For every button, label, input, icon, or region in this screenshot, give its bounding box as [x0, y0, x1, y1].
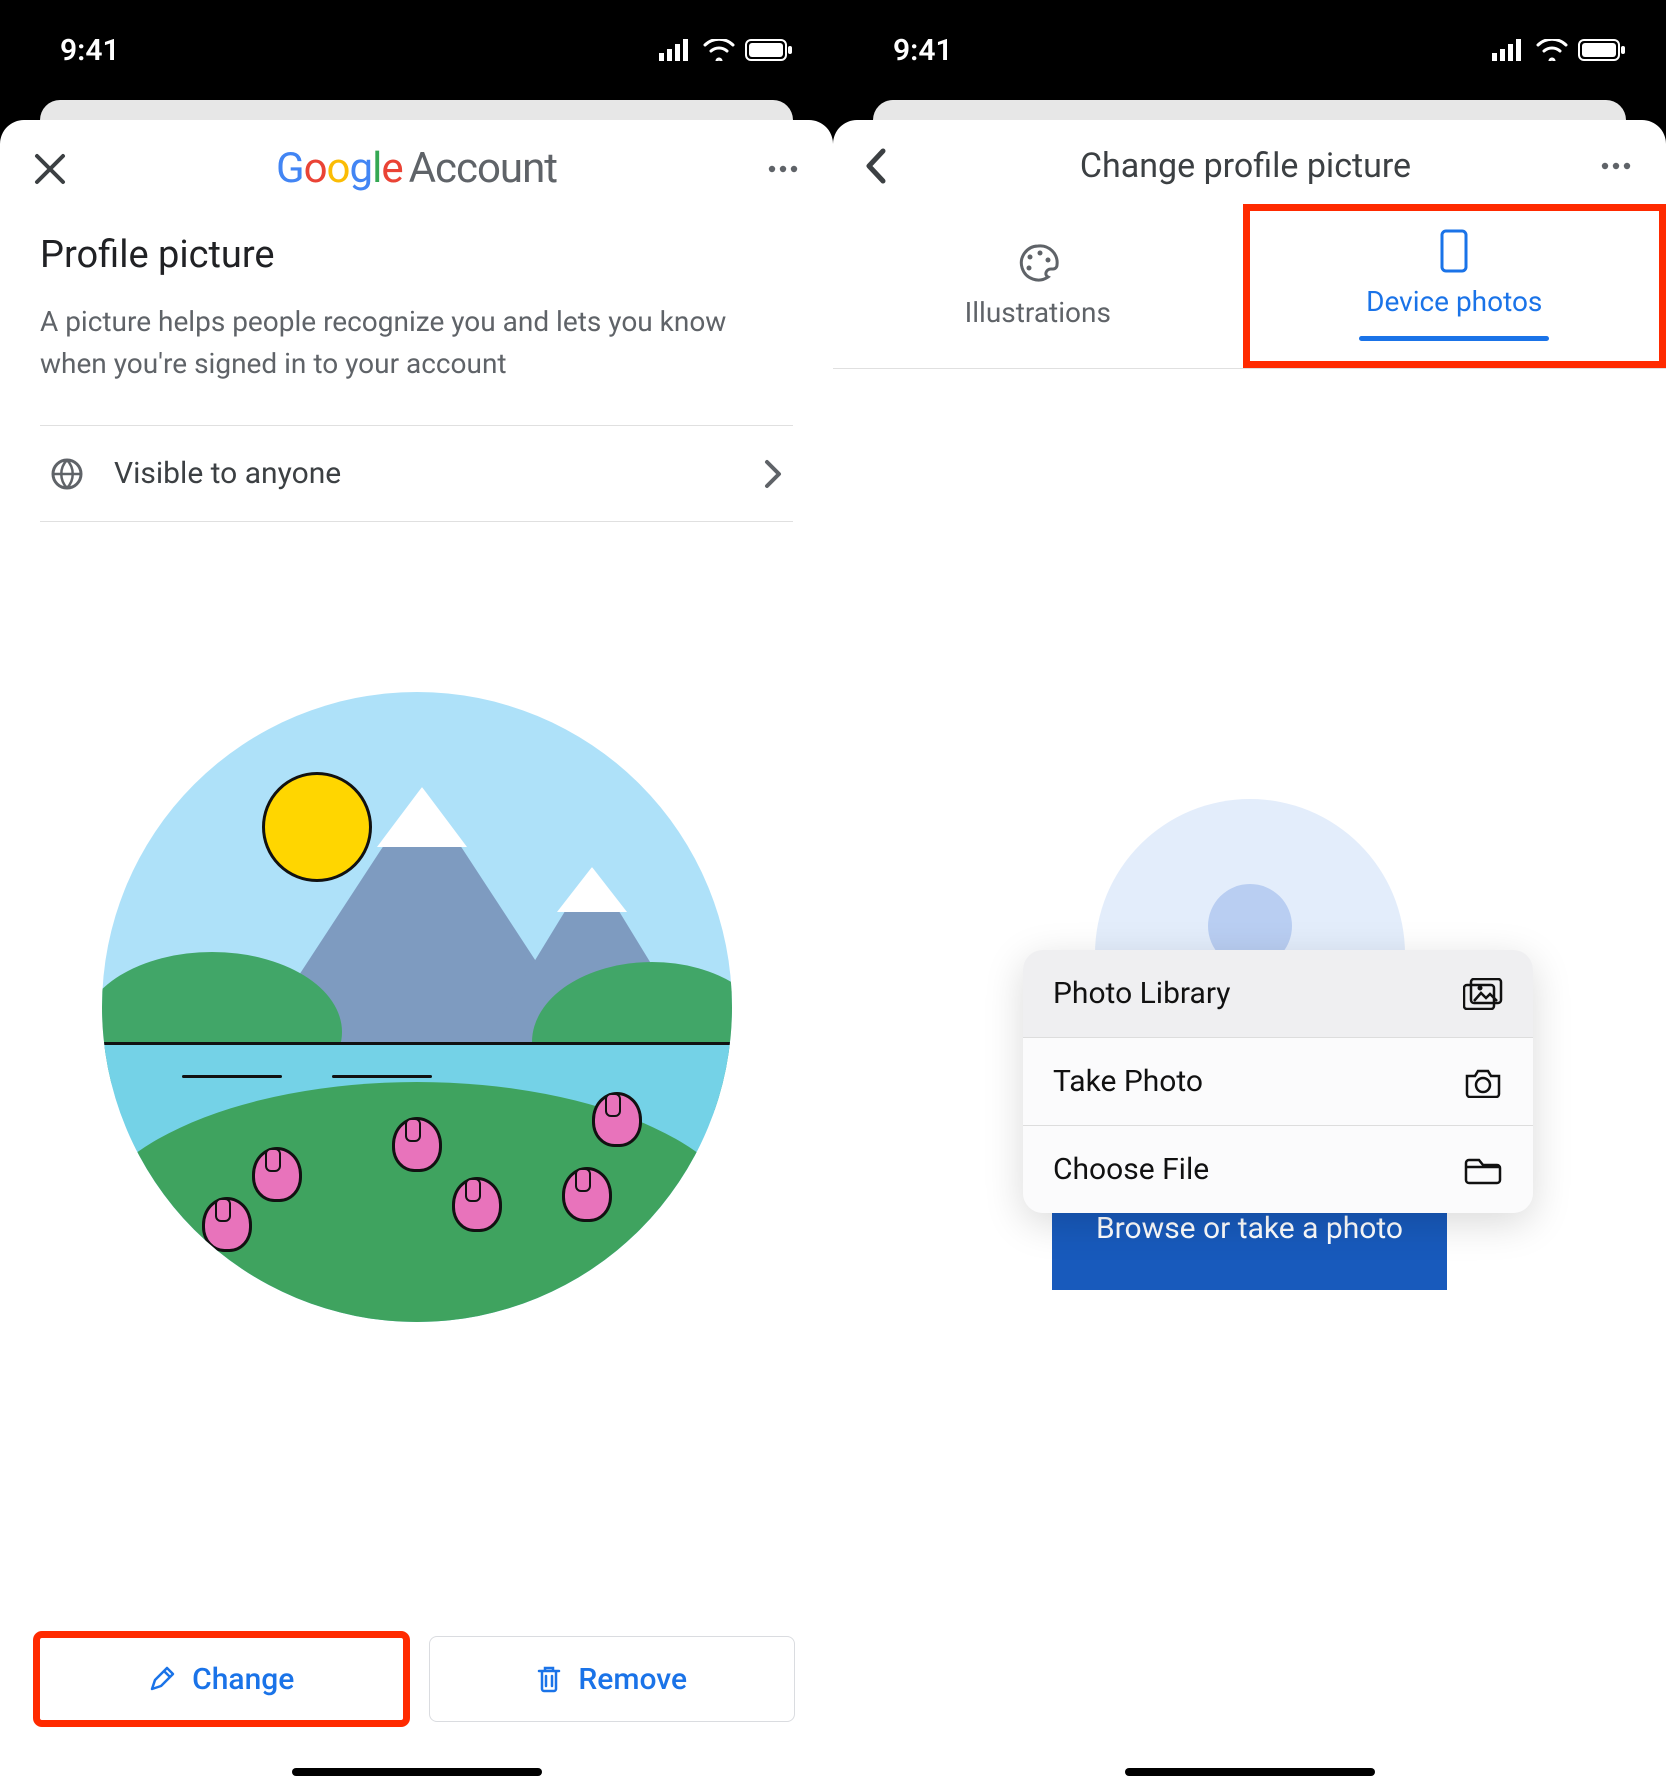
- page-title: Profile picture: [40, 233, 793, 277]
- remove-label: Remove: [578, 1662, 687, 1697]
- page-description: A picture helps people recognize you and…: [40, 301, 793, 385]
- action-photo-library[interactable]: Photo Library: [1023, 950, 1533, 1038]
- tab-device-label: Device photos: [1366, 285, 1542, 318]
- home-indicator[interactable]: [1125, 1768, 1375, 1776]
- home-indicator[interactable]: [292, 1768, 542, 1776]
- action-photo-library-label: Photo Library: [1053, 976, 1230, 1011]
- profile-section: Profile picture A picture helps people r…: [0, 213, 833, 385]
- status-time: 9:41: [893, 33, 953, 68]
- status-time: 9:41: [60, 33, 120, 68]
- back-button[interactable]: [853, 144, 897, 188]
- more-icon: [1601, 162, 1631, 170]
- action-choose-file[interactable]: Choose File: [1023, 1126, 1533, 1213]
- screen2-header: Change profile picture: [833, 120, 1666, 204]
- close-button[interactable]: [28, 147, 72, 191]
- more-menu-button[interactable]: [761, 147, 805, 191]
- status-icons: [1492, 39, 1626, 61]
- action-take-photo-label: Take Photo: [1053, 1064, 1203, 1099]
- google-account-logo: GoogleAccount: [276, 144, 557, 193]
- cellular-icon: [1492, 39, 1526, 61]
- tab-illustrations-label: Illustrations: [965, 296, 1111, 329]
- folder-icon: [1463, 1155, 1503, 1185]
- trash-icon: [536, 1664, 562, 1694]
- main-sheet-left: GoogleAccount Profile picture A picture …: [0, 120, 833, 1792]
- screen1-header: GoogleAccount: [0, 120, 833, 213]
- status-icons: [659, 39, 793, 61]
- status-bar: 9:41: [833, 0, 1666, 100]
- chevron-left-icon: [863, 147, 887, 185]
- account-word: Account: [409, 144, 557, 193]
- phone-right: 9:41 Change profile picture Illustration…: [833, 0, 1666, 1792]
- camera-icon: [1463, 1066, 1503, 1098]
- chevron-right-icon: [763, 458, 783, 490]
- main-sheet-right: Change profile picture Illustrations Dev…: [833, 120, 1666, 1792]
- visibility-row[interactable]: Visible to anyone: [40, 425, 793, 522]
- cellular-icon: [659, 39, 693, 61]
- tab-illustrations[interactable]: Illustrations: [833, 204, 1243, 368]
- phone-icon: [1439, 229, 1469, 273]
- wifi-icon: [703, 39, 735, 61]
- action-choose-file-label: Choose File: [1053, 1152, 1209, 1187]
- action-sheet: Photo Library Take Photo Choose File: [1023, 950, 1533, 1213]
- globe-icon: [50, 457, 84, 491]
- photo-library-icon: [1463, 978, 1503, 1010]
- close-icon: [33, 152, 67, 186]
- palette-icon: [1017, 242, 1059, 284]
- battery-icon: [745, 39, 793, 61]
- tab-device-photos[interactable]: Device photos: [1243, 204, 1666, 368]
- change-label: Change: [192, 1662, 294, 1697]
- remove-button[interactable]: Remove: [429, 1636, 796, 1722]
- wifi-icon: [1536, 39, 1568, 61]
- page-title: Change profile picture: [1080, 146, 1411, 186]
- status-bar: 9:41: [0, 0, 833, 100]
- tab-active-indicator: [1359, 336, 1549, 341]
- avatar-illustration: [102, 692, 732, 1322]
- action-buttons-row: Change Remove: [38, 1636, 795, 1722]
- action-take-photo[interactable]: Take Photo: [1023, 1038, 1533, 1126]
- tabs: Illustrations Device photos: [833, 204, 1666, 369]
- more-menu-button[interactable]: [1594, 144, 1638, 188]
- change-button[interactable]: Change: [38, 1636, 405, 1722]
- battery-icon: [1578, 39, 1626, 61]
- more-icon: [768, 165, 798, 173]
- visibility-label: Visible to anyone: [114, 456, 733, 491]
- phone-left: 9:41 GoogleAccount Profile picture A pic…: [0, 0, 833, 1792]
- pencil-icon: [148, 1665, 176, 1693]
- browse-label: Browse or take a photo: [1096, 1211, 1403, 1246]
- profile-picture-preview: [0, 692, 833, 1322]
